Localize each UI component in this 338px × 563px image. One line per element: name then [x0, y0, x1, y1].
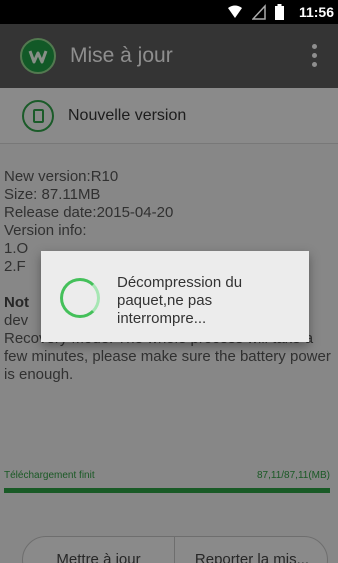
- dialog-message: Décompression du paquet,ne pas interromp…: [117, 274, 243, 327]
- progress-dialog: Décompression du paquet,ne pas interromp…: [41, 251, 309, 342]
- loading-spinner-icon: [60, 278, 100, 318]
- clock: 11:56: [298, 4, 334, 20]
- status-bar: 11:56: [0, 0, 338, 24]
- screen: 11:56 Mise à jour Nouvelle version New v…: [0, 0, 338, 563]
- battery-icon: [275, 4, 284, 20]
- signal-icon: [252, 4, 266, 20]
- wifi-icon: [228, 5, 242, 18]
